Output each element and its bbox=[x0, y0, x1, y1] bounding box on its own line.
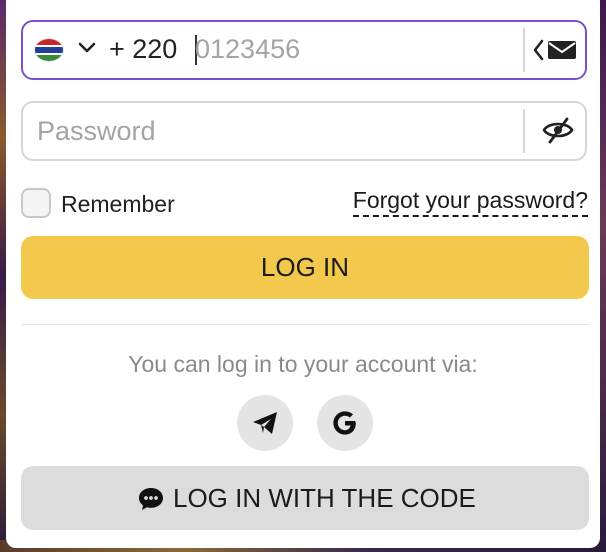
section-divider bbox=[21, 324, 589, 325]
login-panel: + 220 Remember Forgot your password? LOG… bbox=[6, 0, 600, 548]
social-login-prompt: You can log in to your account via: bbox=[128, 351, 478, 377]
field-divider bbox=[523, 109, 525, 153]
telegram-icon bbox=[253, 412, 277, 434]
remember-label[interactable]: Remember bbox=[61, 190, 175, 218]
login-button[interactable]: LOG IN bbox=[21, 236, 589, 299]
login-with-code-button[interactable]: LOG IN WITH THE CODE bbox=[21, 466, 589, 530]
google-icon bbox=[333, 411, 356, 435]
eye-slash-icon[interactable] bbox=[541, 115, 575, 145]
telegram-login-button[interactable] bbox=[237, 395, 293, 451]
remember-checkbox[interactable] bbox=[21, 188, 51, 218]
login-with-code-label: LOG IN WITH THE CODE bbox=[173, 483, 476, 513]
switch-to-email-icon[interactable] bbox=[531, 36, 579, 64]
forgot-password-link[interactable]: Forgot your password? bbox=[352, 186, 588, 217]
phone-input[interactable] bbox=[195, 32, 515, 66]
phone-field[interactable]: + 220 bbox=[21, 20, 587, 80]
google-login-button[interactable] bbox=[317, 395, 373, 451]
field-divider bbox=[523, 28, 525, 72]
password-field[interactable] bbox=[21, 101, 587, 161]
chevron-down-icon[interactable] bbox=[77, 35, 97, 59]
dial-code: + 220 bbox=[109, 34, 178, 64]
password-input[interactable] bbox=[37, 114, 517, 148]
flag-gambia-icon[interactable] bbox=[35, 39, 63, 61]
chat-bubble-icon bbox=[139, 488, 163, 510]
